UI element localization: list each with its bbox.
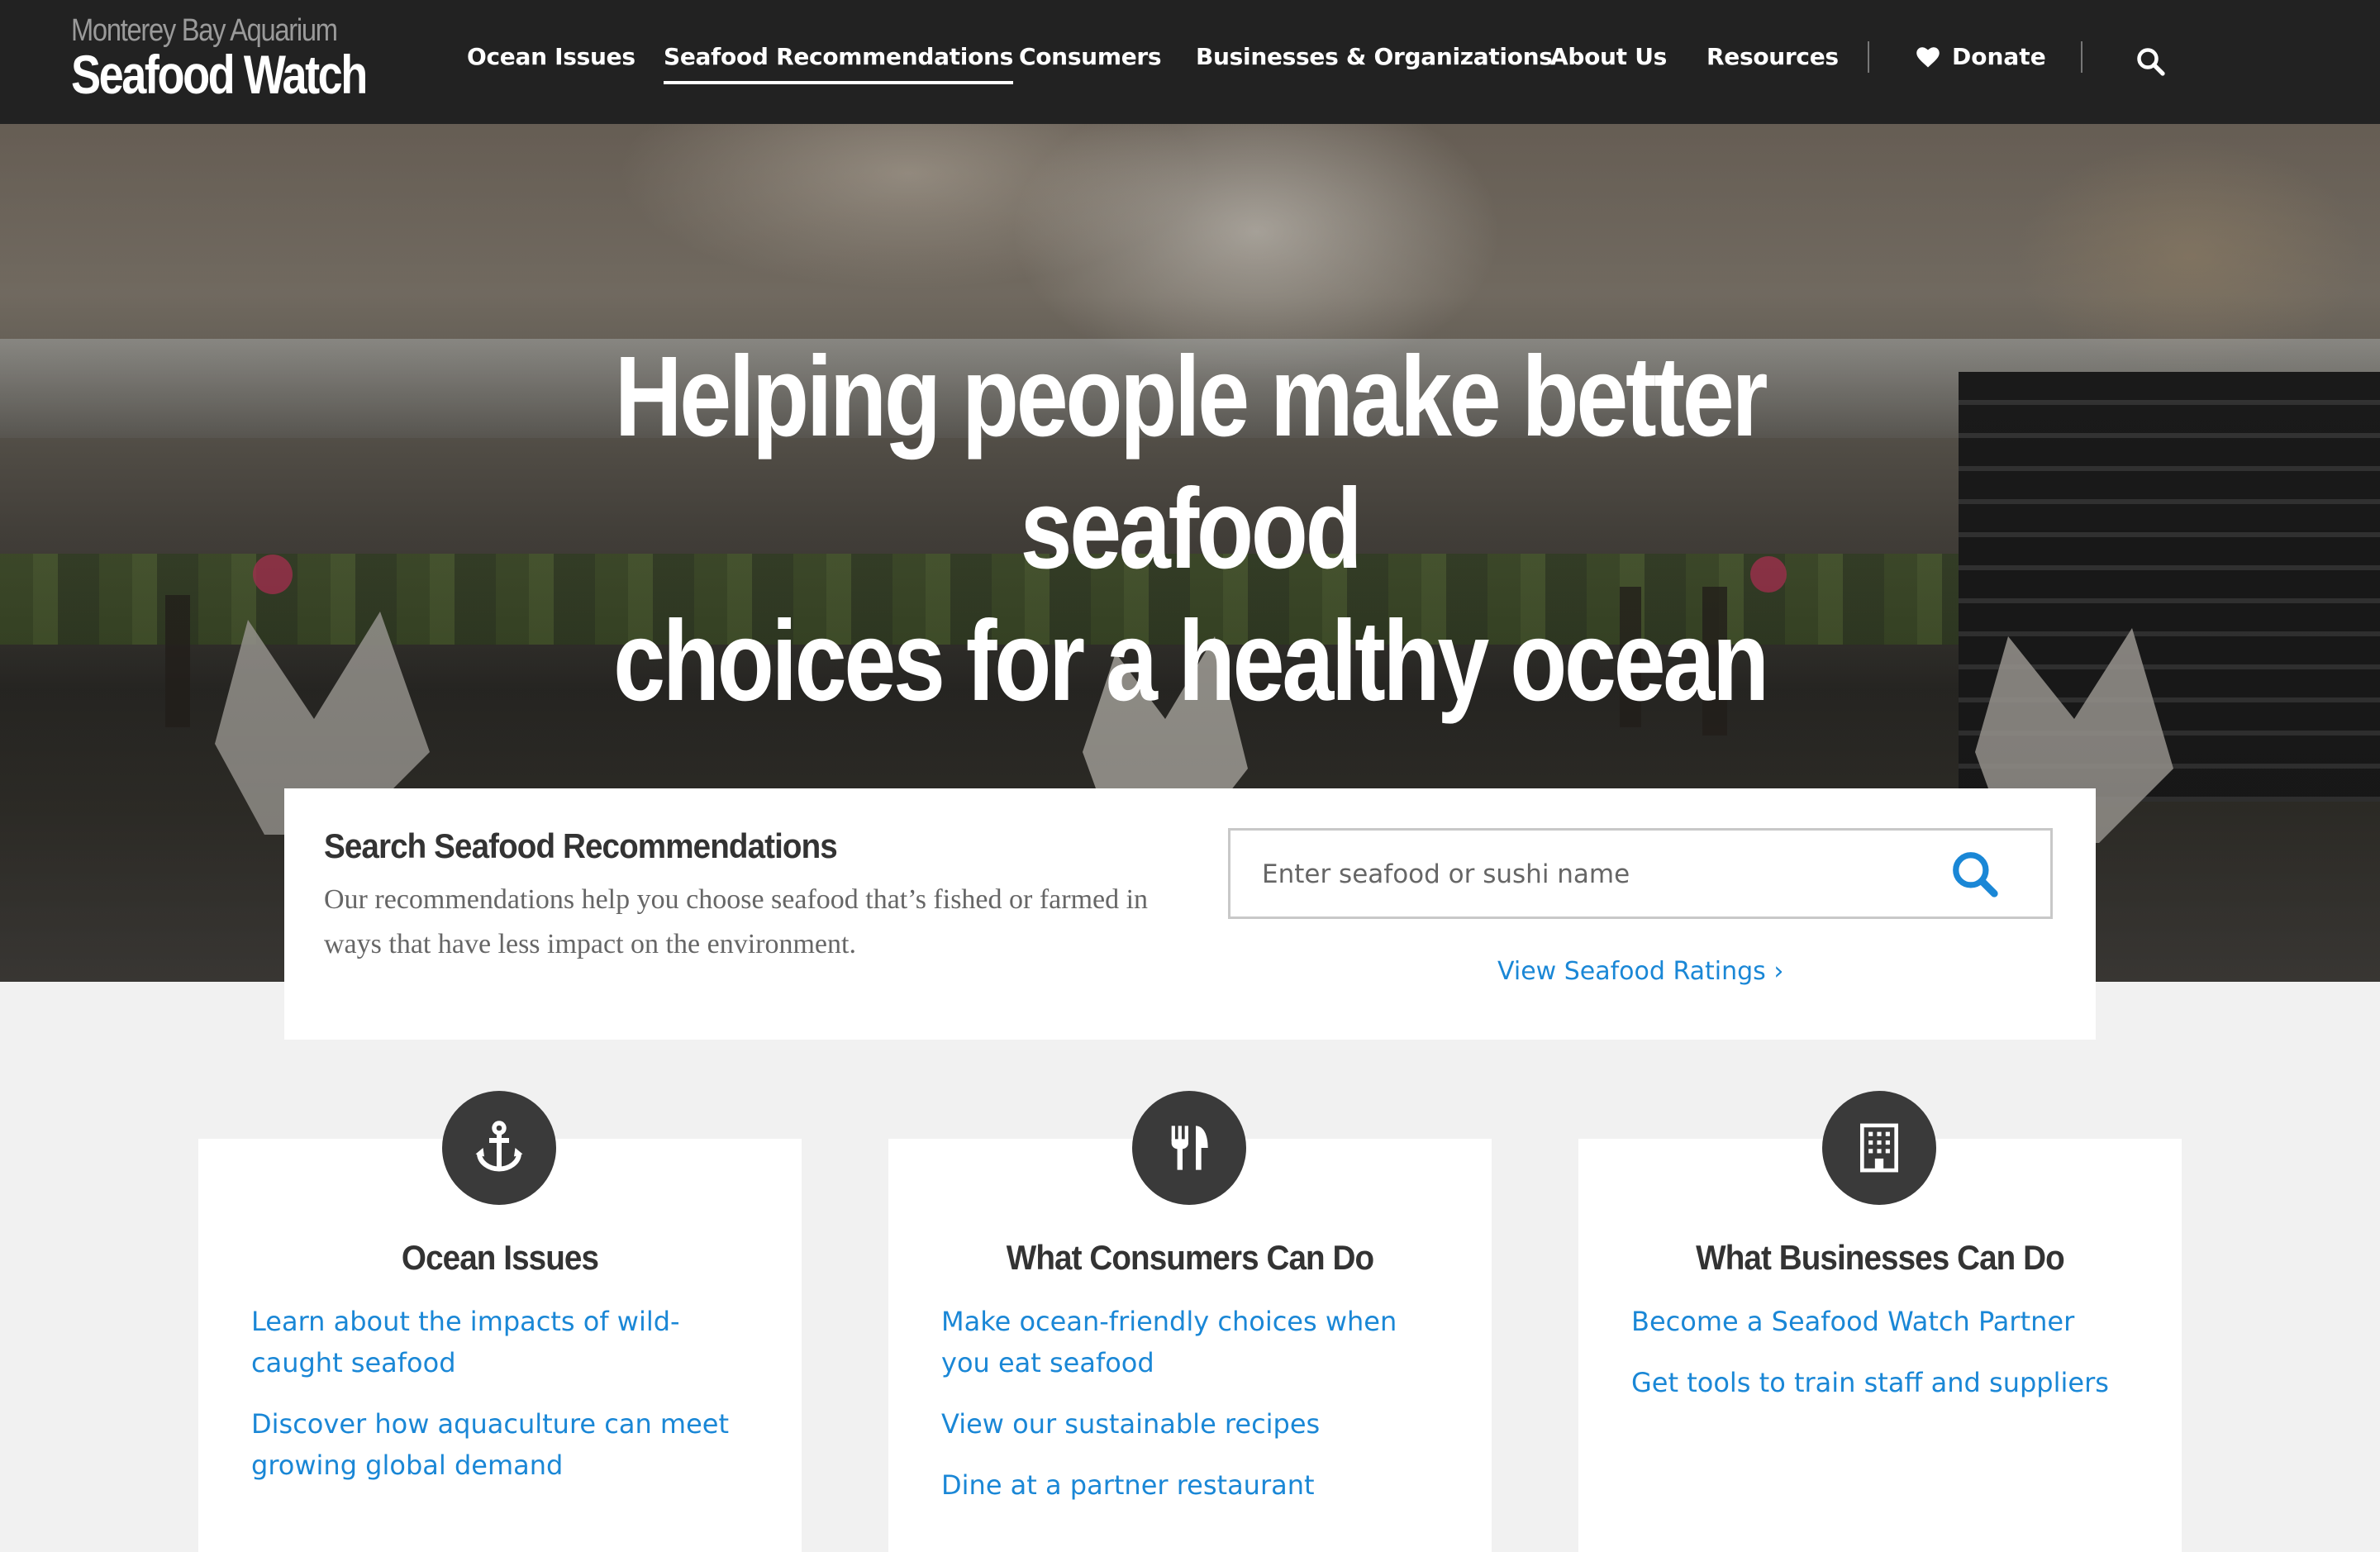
search-icon[interactable] [2135, 46, 2165, 76]
nav-seafood-recommendations[interactable]: Seafood Recommendations [664, 43, 1013, 84]
card-link[interactable]: Make ocean-friendly choices when you eat… [941, 1301, 1454, 1383]
card-links: Become a Seafood Watch Partner Get tools… [1631, 1301, 2144, 1423]
nav-ocean-issues[interactable]: Ocean Issues [467, 43, 635, 70]
donate-button[interactable]: Donate [1916, 43, 2046, 70]
top-navigation: Monterey Bay Aquarium Seafood Watch Ocea… [0, 0, 2380, 124]
card-link[interactable]: Discover how aquaculture can meet growin… [251, 1403, 764, 1486]
card-what-businesses-can-do: What Businesses Can Do Become a Seafood … [1578, 1091, 2182, 1552]
nav-consumers[interactable]: Consumers [1019, 43, 1162, 70]
hero-heading-line-1: Helping people make better seafood [614, 333, 1768, 593]
card-title: What Businesses Can Do [1696, 1238, 2065, 1277]
card-link[interactable]: Get tools to train staff and suppliers [1631, 1362, 2144, 1403]
card-link[interactable]: Learn about the impacts of wild-caught s… [251, 1301, 764, 1383]
nav-about-us[interactable]: About Us [1550, 43, 1667, 70]
seafood-search-box [1228, 828, 2053, 919]
search-panel-description: Our recommendations help you choose seaf… [324, 884, 1149, 959]
nav-divider [2081, 41, 2082, 73]
building-icon [1822, 1091, 1936, 1205]
view-seafood-ratings-link[interactable]: View Seafood Ratings › [1497, 957, 1783, 986]
card-what-consumers-can-do: What Consumers Can Do Make ocean-friendl… [888, 1091, 1492, 1552]
card-ocean-issues: Ocean Issues Learn about the impacts of … [198, 1091, 802, 1552]
hero-heading-line-2: choices for a healthy ocean [613, 597, 1769, 725]
anchor-icon [442, 1091, 556, 1205]
fork-knife-icon [1132, 1091, 1246, 1205]
card-title: Ocean Issues [401, 1238, 599, 1277]
hero-heading: Helping people make better seafood choic… [512, 331, 1868, 727]
search-submit-button[interactable] [1949, 849, 2001, 900]
donate-label: Donate [1952, 43, 2046, 70]
nav-businesses-organizations[interactable]: Businesses & Organizations [1196, 43, 1553, 70]
card-link[interactable]: View our sustainable recipes [941, 1403, 1454, 1445]
card-links: Learn about the impacts of wild-caught s… [251, 1301, 764, 1506]
card-link[interactable]: Dine at a partner restaurant [941, 1464, 1454, 1506]
card-links: Make ocean-friendly choices when you eat… [941, 1301, 1454, 1526]
nav-resources[interactable]: Resources [1706, 43, 1839, 70]
nav-divider [1868, 41, 1869, 73]
search-panel-title: Search Seafood Recommendations [324, 826, 838, 865]
search-recommendations-panel: Search Seafood Recommendations Our recom… [284, 788, 2096, 1040]
seafood-search-input[interactable] [1260, 831, 1941, 918]
heart-icon [1916, 46, 1940, 67]
search-icon [1953, 852, 1998, 897]
seafood-watch-logo[interactable]: Monterey Bay Aquarium Seafood Watch [71, 13, 368, 105]
logo-title: Seafood Watch [71, 44, 368, 105]
card-link[interactable]: Become a Seafood Watch Partner [1631, 1301, 2144, 1342]
card-title: What Consumers Can Do [1006, 1238, 1374, 1277]
